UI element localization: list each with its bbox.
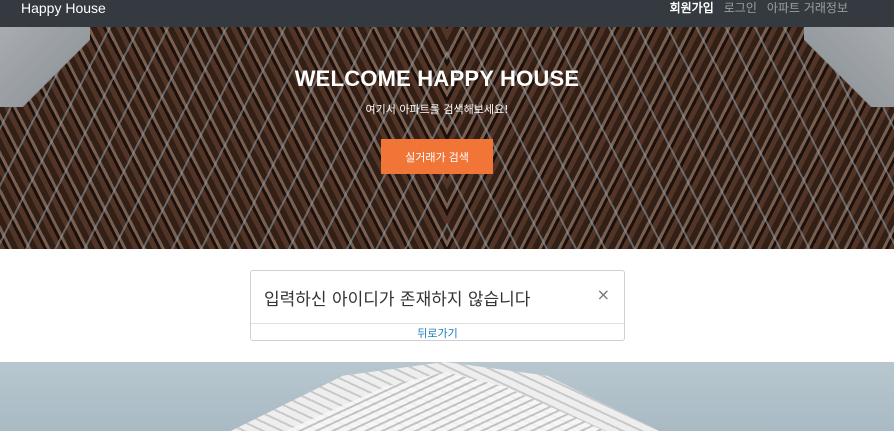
go-back-link[interactable]: 뒤로가기	[251, 325, 624, 341]
alert-message: 입력하신 아이디가 존재하지 않습니다	[264, 290, 531, 310]
navbar: Happy House 회원가입 로그인 아파트 거래정보	[0, 0, 894, 27]
hero-title: WELCOME HAPPY HOUSE	[294, 66, 580, 91]
alert-dialog: 입력하신 아이디가 존재하지 않습니다 × 뒤로가기	[250, 270, 625, 341]
nav-login-link[interactable]: 로그인	[724, 0, 757, 16]
nav-apartment-info-link[interactable]: 아파트 거래정보	[767, 0, 848, 16]
search-price-button[interactable]: 실거래가 검색	[381, 139, 493, 174]
nav-links: 회원가입 로그인 아파트 거래정보	[660, 0, 894, 21]
close-icon[interactable]: ×	[597, 285, 610, 304]
brand-logo[interactable]: Happy House	[21, 0, 106, 16]
bottom-banner	[0, 362, 894, 431]
hero-overlay	[0, 27, 894, 249]
nav-signup-link[interactable]: 회원가입	[670, 0, 714, 16]
hero-banner: WELCOME HAPPY HOUSE 여기서 아파트를 검색해보세요! 실거래…	[0, 27, 894, 249]
hero-subtitle: 여기서 아파트를 검색해보세요!	[365, 103, 509, 116]
alert-divider	[251, 323, 624, 324]
